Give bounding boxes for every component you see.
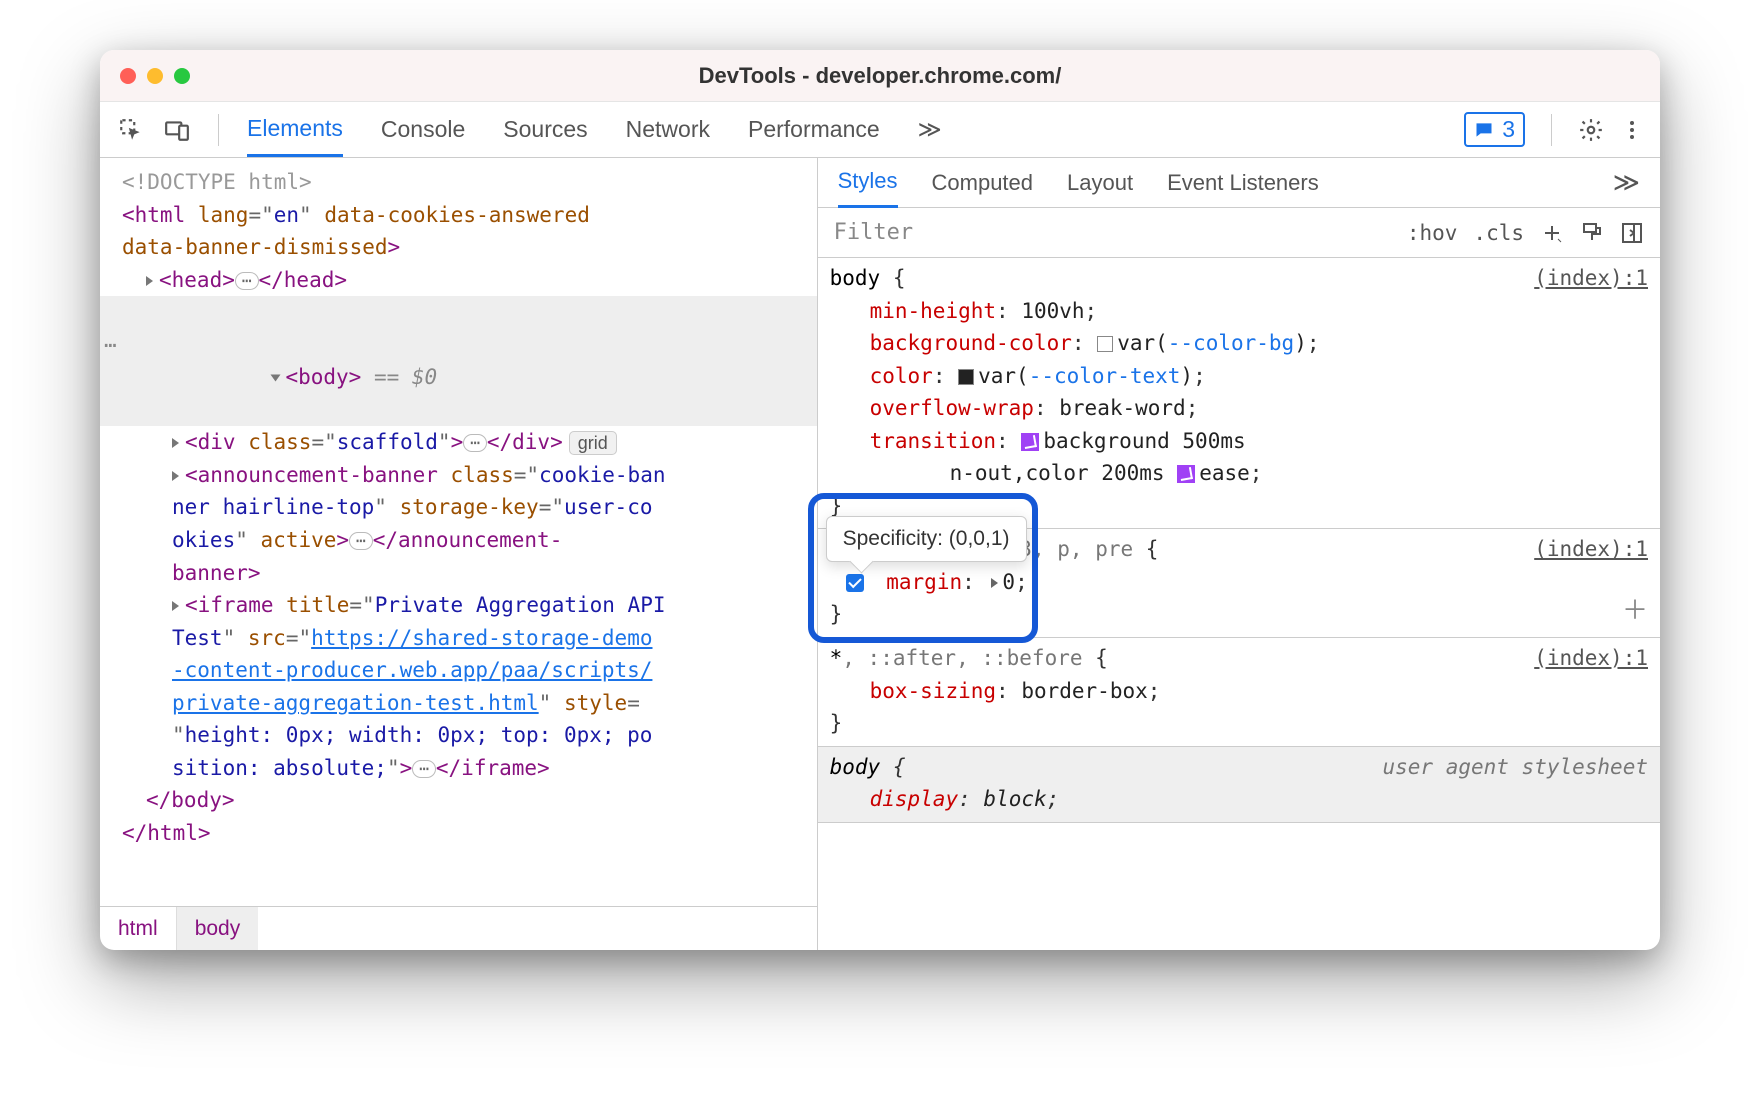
color-swatch-icon[interactable]	[1097, 336, 1113, 352]
tab-elements[interactable]: Elements	[247, 103, 343, 157]
styles-tab-event-listeners[interactable]: Event Listeners	[1167, 159, 1319, 207]
messages-badge[interactable]: 3	[1464, 112, 1525, 147]
dom-tree[interactable]: <!DOCTYPE html> <html lang="en" data-coo…	[100, 158, 817, 906]
panel-tabs: Elements Console Sources Network Perform…	[229, 103, 942, 157]
window-title: DevTools - developer.chrome.com/	[100, 63, 1660, 89]
message-count: 3	[1502, 116, 1515, 143]
bezier-swatch-icon[interactable]	[1177, 465, 1195, 483]
styles-filter-row: :hov .cls	[818, 208, 1660, 258]
tab-performance[interactable]: Performance	[748, 104, 880, 155]
dom-announcement-banner[interactable]: <announcement-banner class="cookie-ban	[100, 459, 817, 492]
chat-icon	[1474, 120, 1494, 140]
devtools-window: DevTools - developer.chrome.com/ Element…	[100, 50, 1660, 950]
more-tabs-button[interactable]: ≫	[918, 104, 942, 155]
kebab-menu-icon[interactable]	[1620, 118, 1644, 142]
styles-tab-computed[interactable]: Computed	[932, 159, 1034, 207]
titlebar: DevTools - developer.chrome.com/	[100, 50, 1660, 102]
crumb-body[interactable]: body	[176, 907, 259, 950]
main-split: <!DOCTYPE html> <html lang="en" data-coo…	[100, 158, 1660, 950]
styles-panel: Styles Computed Layout Event Listeners ≫…	[818, 158, 1660, 950]
dom-html-close[interactable]: </html>	[100, 817, 817, 850]
rule-body[interactable]: (index):1 body { min-height: 100vh; back…	[818, 258, 1660, 529]
specificity-tooltip: Specificity: (0,0,1)	[826, 516, 1027, 562]
crumb-html[interactable]: html	[100, 907, 176, 950]
dom-iframe[interactable]: <iframe title="Private Aggregation API	[100, 589, 817, 622]
iframe-src-link[interactable]: https://shared-storage-demo	[311, 626, 652, 650]
separator	[1551, 114, 1552, 146]
styles-tab-layout[interactable]: Layout	[1067, 159, 1133, 207]
main-toolbar: Elements Console Sources Network Perform…	[100, 102, 1660, 158]
rule-ua-body[interactable]: user agent stylesheet body { display: bl…	[818, 747, 1660, 823]
ua-label: user agent stylesheet	[1382, 751, 1648, 784]
tab-console[interactable]: Console	[381, 104, 465, 155]
styles-tab-styles[interactable]: Styles	[838, 157, 898, 208]
dom-head[interactable]: <head>⋯</head>	[100, 264, 817, 297]
property-checkbox[interactable]	[846, 574, 864, 592]
styles-rules: (index):1 body { min-height: 100vh; back…	[818, 258, 1660, 950]
styles-more-tabs[interactable]: ≫	[1613, 167, 1640, 198]
separator	[218, 114, 219, 146]
dom-div-scaffold[interactable]: <div class="scaffold">⋯</div>grid	[100, 426, 817, 459]
color-swatch-icon[interactable]	[958, 369, 974, 385]
tab-sources[interactable]: Sources	[503, 104, 587, 155]
computed-pane-icon[interactable]	[1620, 221, 1644, 245]
source-link[interactable]: (index):1	[1534, 642, 1648, 675]
source-link[interactable]: (index):1	[1534, 533, 1648, 566]
new-rule-icon[interactable]	[1540, 221, 1564, 245]
overflow-icon[interactable]: ⋯	[104, 329, 117, 362]
bezier-swatch-icon[interactable]	[1021, 433, 1039, 451]
dom-html-open-2: data-banner-dismissed>	[100, 231, 817, 264]
add-property-icon[interactable]: ＋	[1622, 591, 1648, 631]
grid-badge[interactable]: grid	[569, 431, 617, 455]
dom-html-open[interactable]: <html lang="en" data-cookies-answered	[100, 199, 817, 232]
dom-doctype[interactable]: <!DOCTYPE html>	[100, 166, 817, 199]
source-link[interactable]: (index):1	[1534, 262, 1648, 295]
device-toggle-icon[interactable]	[164, 117, 190, 143]
inspect-icon[interactable]	[118, 117, 144, 143]
styles-tabs: Styles Computed Layout Event Listeners ≫	[818, 158, 1660, 208]
dom-body-close[interactable]: </body>	[100, 784, 817, 817]
breadcrumb: html body	[100, 906, 817, 950]
dom-body-selected[interactable]: ⋯ <body> == $0	[100, 296, 817, 426]
cls-toggle[interactable]: .cls	[1473, 221, 1524, 245]
elements-panel: <!DOCTYPE html> <html lang="en" data-coo…	[100, 158, 818, 950]
expand-shorthand-icon[interactable]	[991, 578, 998, 588]
rule-universal[interactable]: (index):1 *, ::after, ::before { box-siz…	[818, 638, 1660, 747]
styles-filter-input[interactable]	[818, 220, 1407, 245]
hov-toggle[interactable]: :hov	[1407, 221, 1458, 245]
tab-network[interactable]: Network	[626, 104, 710, 155]
paint-icon[interactable]	[1580, 221, 1604, 245]
settings-icon[interactable]	[1578, 117, 1604, 143]
